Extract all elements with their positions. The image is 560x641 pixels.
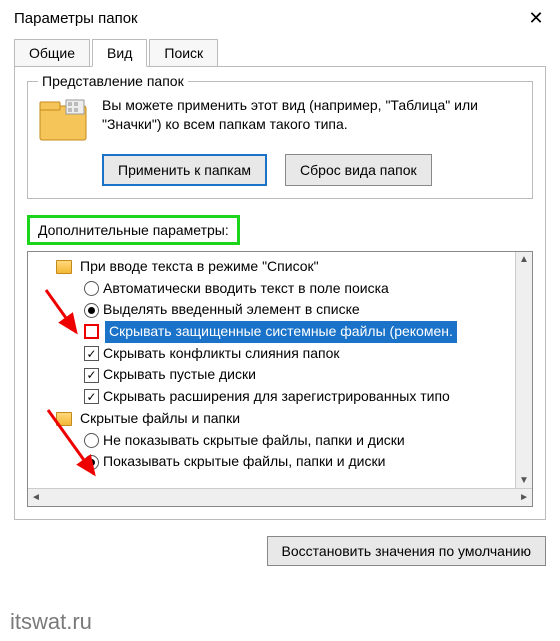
tree-item-label: Выделять введенный элемент в списке bbox=[103, 299, 360, 321]
radio-icon[interactable] bbox=[84, 281, 99, 296]
tree-option[interactable]: Не показывать скрытые файлы, папки и дис… bbox=[32, 430, 532, 452]
scroll-up-icon[interactable]: ▲ bbox=[516, 252, 532, 267]
advanced-settings-label: Дополнительные параметры: bbox=[27, 215, 240, 245]
tab-view[interactable]: Вид bbox=[92, 39, 147, 67]
tree-item-label: При вводе текста в режиме "Список" bbox=[80, 256, 319, 278]
tree-item-label: Не показывать скрытые файлы, папки и дис… bbox=[103, 430, 405, 452]
radio-icon[interactable] bbox=[84, 303, 99, 318]
advanced-settings-tree[interactable]: При вводе текста в режиме "Список"Автома… bbox=[27, 251, 533, 507]
tree-option[interactable]: Скрывать расширения для зарегистрированн… bbox=[32, 386, 532, 408]
tree-item-label: Скрытые файлы и папки bbox=[80, 408, 240, 430]
folder-icon bbox=[56, 412, 72, 426]
tab-strip: Общие Вид Поиск bbox=[0, 34, 560, 66]
folder-icon bbox=[38, 96, 90, 144]
scroll-down-icon[interactable]: ▼ bbox=[516, 473, 532, 488]
radio-icon[interactable] bbox=[84, 433, 99, 448]
tree-option[interactable]: Автоматически вводить текст в поле поиск… bbox=[32, 278, 532, 300]
window-title: Параметры папок bbox=[14, 10, 138, 27]
folder-view-group: Представление папок Вы можете применить … bbox=[27, 81, 533, 199]
tree-option[interactable]: Показывать скрытые файлы, папки и диски bbox=[32, 451, 532, 473]
checkbox-icon[interactable] bbox=[84, 389, 99, 404]
tree-option[interactable]: Скрывать защищенные системные файлы (рек… bbox=[32, 321, 532, 343]
tree-option[interactable]: Скрывать конфликты слияния папок bbox=[32, 343, 532, 365]
restore-defaults-button[interactable]: Восстановить значения по умолчанию bbox=[267, 536, 546, 566]
tree-group: Скрытые файлы и папки bbox=[32, 408, 532, 430]
tree-item-label: Скрывать расширения для зарегистрированн… bbox=[103, 386, 450, 408]
radio-icon[interactable] bbox=[84, 455, 99, 470]
watermark-text: itswat.ru bbox=[10, 609, 92, 635]
scroll-left-icon[interactable]: ◄ bbox=[28, 490, 44, 505]
scroll-right-icon[interactable]: ► bbox=[516, 490, 532, 505]
close-icon[interactable]: ✕ bbox=[526, 8, 546, 28]
tree-group: При вводе текста в режиме "Список" bbox=[32, 256, 532, 278]
tree-item-label: Скрывать пустые диски bbox=[103, 364, 256, 386]
reset-folders-button[interactable]: Сброс вида папок bbox=[285, 154, 432, 186]
apply-to-folders-button[interactable]: Применить к папкам bbox=[102, 154, 267, 186]
tree-item-label: Скрывать конфликты слияния папок bbox=[103, 343, 340, 365]
folder-view-legend: Представление папок bbox=[38, 73, 188, 89]
tab-search[interactable]: Поиск bbox=[149, 39, 218, 67]
tree-item-label: Скрывать защищенные системные файлы (рек… bbox=[105, 321, 457, 343]
vertical-scrollbar[interactable]: ▲ ▼ bbox=[515, 252, 532, 488]
tab-panel-view: Представление папок Вы можете применить … bbox=[14, 66, 546, 520]
checkbox-icon[interactable] bbox=[84, 368, 99, 383]
horizontal-scrollbar[interactable]: ◄ ► bbox=[28, 488, 532, 506]
tree-option[interactable]: Скрывать пустые диски bbox=[32, 364, 532, 386]
tree-item-label: Автоматически вводить текст в поле поиск… bbox=[103, 278, 389, 300]
checkbox-icon[interactable] bbox=[84, 324, 99, 339]
tab-general[interactable]: Общие bbox=[14, 39, 90, 67]
folder-view-text: Вы можете применить этот вид (например, … bbox=[102, 96, 522, 134]
tree-option[interactable]: Выделять введенный элемент в списке bbox=[32, 299, 532, 321]
tree-item-label: Показывать скрытые файлы, папки и диски bbox=[103, 451, 385, 473]
folder-icon bbox=[56, 260, 72, 274]
checkbox-icon[interactable] bbox=[84, 346, 99, 361]
